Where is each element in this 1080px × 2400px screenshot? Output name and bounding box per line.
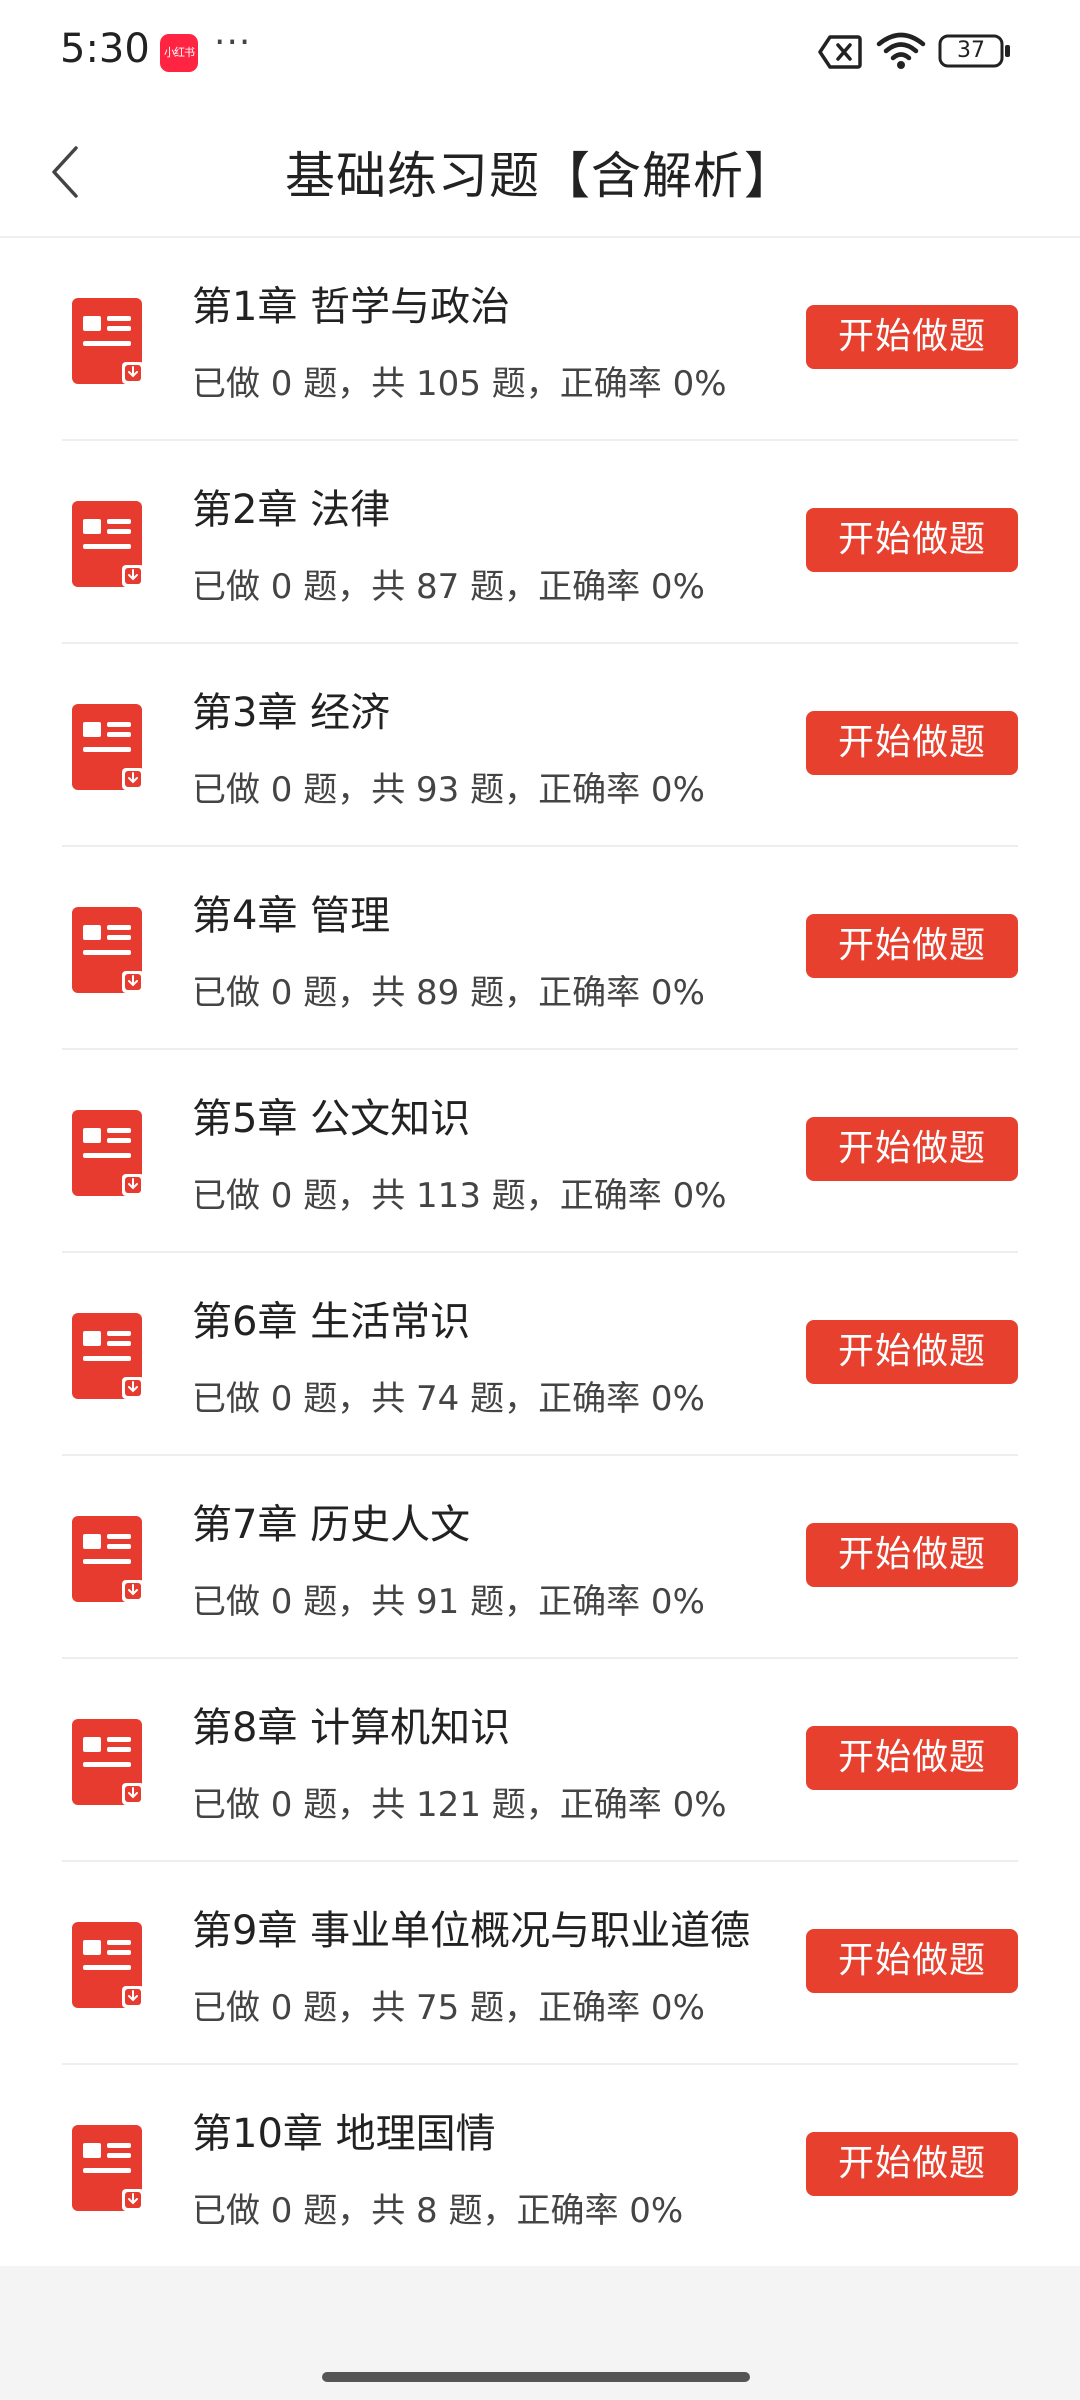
- chapter-row[interactable]: 第7章 历史人文 已做 0 题，共 91 题，正确率 0% 开始做题: [62, 1456, 1018, 1659]
- start-practice-button[interactable]: 开始做题: [806, 1320, 1018, 1384]
- exercise-document-icon: [70, 1920, 146, 2012]
- start-practice-button[interactable]: 开始做题: [806, 1726, 1018, 1790]
- chapter-list: 第1章 哲学与政治 已做 0 题，共 105 题，正确率 0% 开始做题 第2章…: [0, 238, 1080, 2268]
- exercise-document-icon: [70, 1108, 146, 1200]
- chapter-stats: 已做 0 题，共 8 题，正确率 0%: [192, 2191, 684, 2231]
- chapter-title: 第7章 历史人文: [192, 1502, 471, 1548]
- chapter-stats: 已做 0 题，共 87 题，正确率 0%: [192, 567, 705, 607]
- chapter-title: 第5章 公文知识: [192, 1096, 471, 1142]
- chapter-row[interactable]: 第9章 事业单位概况与职业道德 已做 0 题，共 75 题，正确率 0% 开始做…: [62, 1862, 1018, 2065]
- wifi-icon: [876, 32, 926, 69]
- chapter-stats: 已做 0 题，共 113 题，正确率 0%: [192, 1176, 727, 1216]
- exercise-document-icon: [70, 499, 146, 591]
- chapter-title: 第3章 经济: [192, 690, 391, 736]
- chapter-title: 第6章 生活常识: [192, 1299, 471, 1345]
- chapter-row[interactable]: 第10章 地理国情 已做 0 题，共 8 题，正确率 0% 开始做题: [62, 2065, 1018, 2268]
- xiaohongshu-app-icon: 小红书: [160, 34, 198, 72]
- chapter-row[interactable]: 第6章 生活常识 已做 0 题，共 74 题，正确率 0% 开始做题: [62, 1253, 1018, 1456]
- chapter-title: 第1章 哲学与政治: [192, 284, 511, 330]
- status-time: 5:30: [60, 26, 150, 72]
- start-practice-button[interactable]: 开始做题: [806, 711, 1018, 775]
- exercise-document-icon: [70, 1514, 146, 1606]
- chapter-row[interactable]: 第1章 哲学与政治 已做 0 题，共 105 题，正确率 0% 开始做题: [62, 238, 1018, 441]
- start-practice-button[interactable]: 开始做题: [806, 1117, 1018, 1181]
- more-notifications-icon: ···: [214, 22, 252, 63]
- chapter-title: 第10章 地理国情: [192, 2111, 496, 2157]
- start-practice-button[interactable]: 开始做题: [806, 914, 1018, 978]
- start-practice-button[interactable]: 开始做题: [806, 1523, 1018, 1587]
- chapter-stats: 已做 0 题，共 105 题，正确率 0%: [192, 364, 727, 404]
- chapter-stats: 已做 0 题，共 93 题，正确率 0%: [192, 770, 705, 810]
- home-indicator[interactable]: [322, 2372, 750, 2382]
- chapter-title: 第8章 计算机知识: [192, 1705, 511, 1751]
- chapter-title: 第4章 管理: [192, 893, 391, 939]
- chapter-stats: 已做 0 题，共 74 题，正确率 0%: [192, 1379, 705, 1419]
- chapter-row[interactable]: 第3章 经济 已做 0 题，共 93 题，正确率 0% 开始做题: [62, 644, 1018, 847]
- exercise-document-icon: [70, 2123, 146, 2215]
- exercise-document-icon: [70, 296, 146, 388]
- start-practice-button[interactable]: 开始做题: [806, 1929, 1018, 1993]
- chapter-stats: 已做 0 题，共 91 题，正确率 0%: [192, 1582, 705, 1622]
- chapter-row[interactable]: 第4章 管理 已做 0 题，共 89 题，正确率 0% 开始做题: [62, 847, 1018, 1050]
- chapter-row[interactable]: 第8章 计算机知识 已做 0 题，共 121 题，正确率 0% 开始做题: [62, 1659, 1018, 1862]
- exercise-document-icon: [70, 1311, 146, 1403]
- page-header: 基础练习题【含解析】: [0, 104, 1080, 238]
- chapter-title: 第2章 法律: [192, 487, 391, 533]
- chapter-stats: 已做 0 题，共 75 题，正确率 0%: [192, 1988, 705, 2028]
- chapter-row[interactable]: 第5章 公文知识 已做 0 题，共 113 题，正确率 0% 开始做题: [62, 1050, 1018, 1253]
- exercise-document-icon: [70, 905, 146, 997]
- start-practice-button[interactable]: 开始做题: [806, 2132, 1018, 2196]
- start-practice-button[interactable]: 开始做题: [806, 305, 1018, 369]
- exercise-document-icon: [70, 1717, 146, 1809]
- no-sim-icon: [818, 35, 862, 69]
- chapter-stats: 已做 0 题，共 121 题，正确率 0%: [192, 1785, 727, 1825]
- page-title: 基础练习题【含解析】: [285, 147, 795, 205]
- chapter-title: 第9章 事业单位概况与职业道德: [192, 1908, 751, 1954]
- status-bar: 5:30 小红书 ··· 37: [0, 0, 1080, 104]
- start-practice-button[interactable]: 开始做题: [806, 508, 1018, 572]
- exercise-document-icon: [70, 702, 146, 794]
- chapter-stats: 已做 0 题，共 89 题，正确率 0%: [192, 973, 705, 1013]
- chapter-row[interactable]: 第2章 法律 已做 0 题，共 87 题，正确率 0% 开始做题: [62, 441, 1018, 644]
- battery-level: 37: [957, 38, 985, 63]
